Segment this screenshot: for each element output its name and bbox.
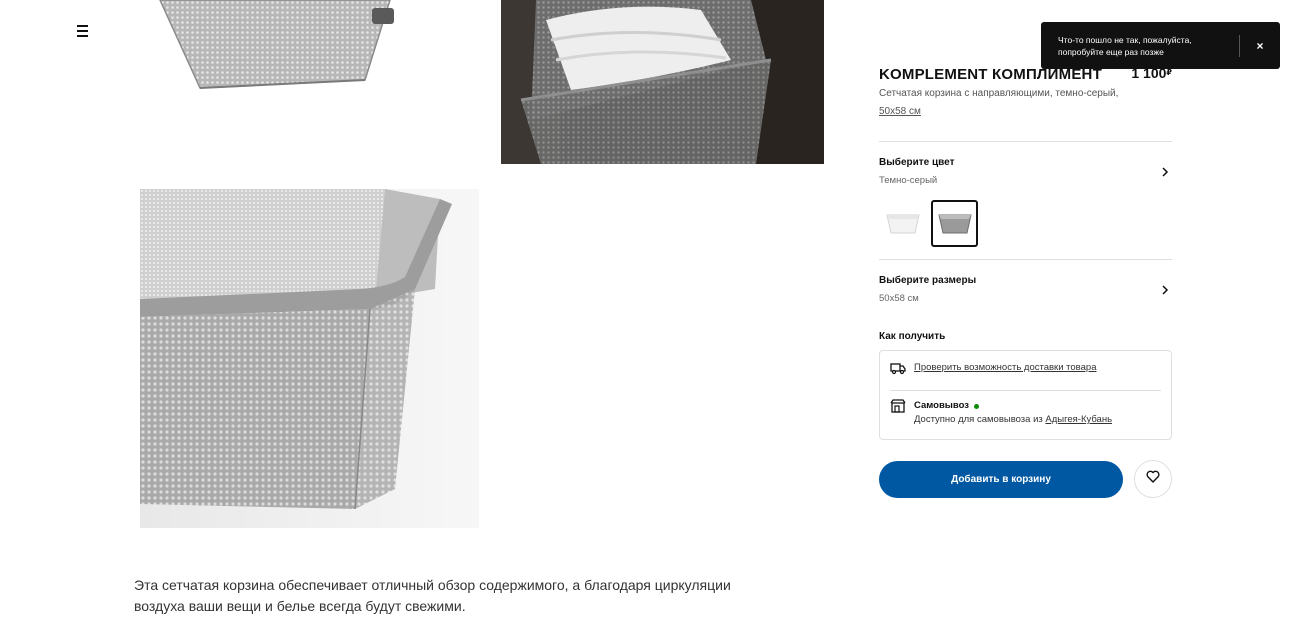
truck-icon: [890, 361, 906, 380]
pickup-availability-text: Доступно для самовывоза из: [914, 414, 1043, 425]
close-icon[interactable]: ×: [1240, 22, 1280, 69]
pickup-title: Самовывоз: [914, 399, 1112, 413]
how-to-get-heading: Как получить: [879, 331, 946, 342]
basket-photo-3: [140, 189, 479, 528]
toast-message: Что-то пошло не так, пожалуйста, попробу…: [1058, 34, 1192, 57]
chevron-right-icon: [1158, 283, 1172, 297]
pickup-availability: Доступно для самовывоза из Адыгея-Кубань: [914, 413, 1112, 427]
delivery-check-link[interactable]: Проверить возможность доставки товара: [914, 361, 1096, 375]
error-toast: Что-то пошло не так, пожалуйста, попробу…: [1041, 22, 1280, 69]
stock-status-dot: [974, 403, 980, 409]
color-selector-value: Темно-серый: [879, 175, 938, 186]
color-selector[interactable]: Выберите цвет Темно-серый: [879, 142, 1172, 198]
color-selector-label: Выберите цвет: [879, 157, 955, 168]
pickup-row: Самовывоз Доступно для самовывоза из Ады…: [890, 390, 1161, 439]
product-image-in-use[interactable]: [501, 0, 824, 164]
store-icon: [890, 399, 906, 418]
cta-row: Добавить в корзину: [879, 460, 1172, 498]
product-subtitle: Сетчатая корзина с направляющими, темно-…: [879, 88, 1119, 99]
color-swatches: [879, 198, 1172, 259]
product-size-link[interactable]: 50x58 см: [879, 105, 921, 119]
swatch-white[interactable]: [879, 200, 926, 247]
size-selector-label: Выберите размеры: [879, 275, 977, 286]
hamburger-menu-icon[interactable]: [72, 22, 92, 40]
white-basket-thumbnail: [885, 214, 920, 233]
basket-photo-2: [501, 0, 824, 164]
pickup-store-link[interactable]: Адыгея-Кубань: [1045, 414, 1112, 425]
product-image-detail[interactable]: [140, 189, 479, 528]
add-to-cart-button[interactable]: Добавить в корзину: [879, 460, 1123, 498]
product-page: Эта сетчатая корзина обеспечивает отличн…: [0, 0, 1295, 625]
size-selector-value: 50x58 см: [879, 293, 919, 304]
delivery-options: Проверить возможность доставки товара Са…: [879, 350, 1172, 440]
price-currency: ₽: [1166, 68, 1172, 77]
basket-photo-1: [159, 0, 394, 89]
heart-icon: [1146, 470, 1160, 488]
favorite-button[interactable]: [1134, 460, 1172, 498]
chevron-right-icon: [1158, 165, 1172, 179]
grey-basket-thumbnail: [937, 214, 972, 233]
product-image-basket-top[interactable]: [140, 0, 479, 100]
product-info-panel: KOMPLEMENT КОМПЛИМЕНТ 1 100₽ Сетчатая ко…: [879, 64, 1172, 498]
swatch-dark-grey[interactable]: [931, 200, 978, 247]
pickup-title-text: Самовывоз: [914, 400, 970, 411]
delivery-check-row: Проверить возможность доставки товара: [890, 351, 1161, 390]
product-description: Эта сетчатая корзина обеспечивает отличн…: [134, 577, 731, 614]
size-selector[interactable]: Выберите размеры 50x58 см: [879, 260, 1172, 316]
